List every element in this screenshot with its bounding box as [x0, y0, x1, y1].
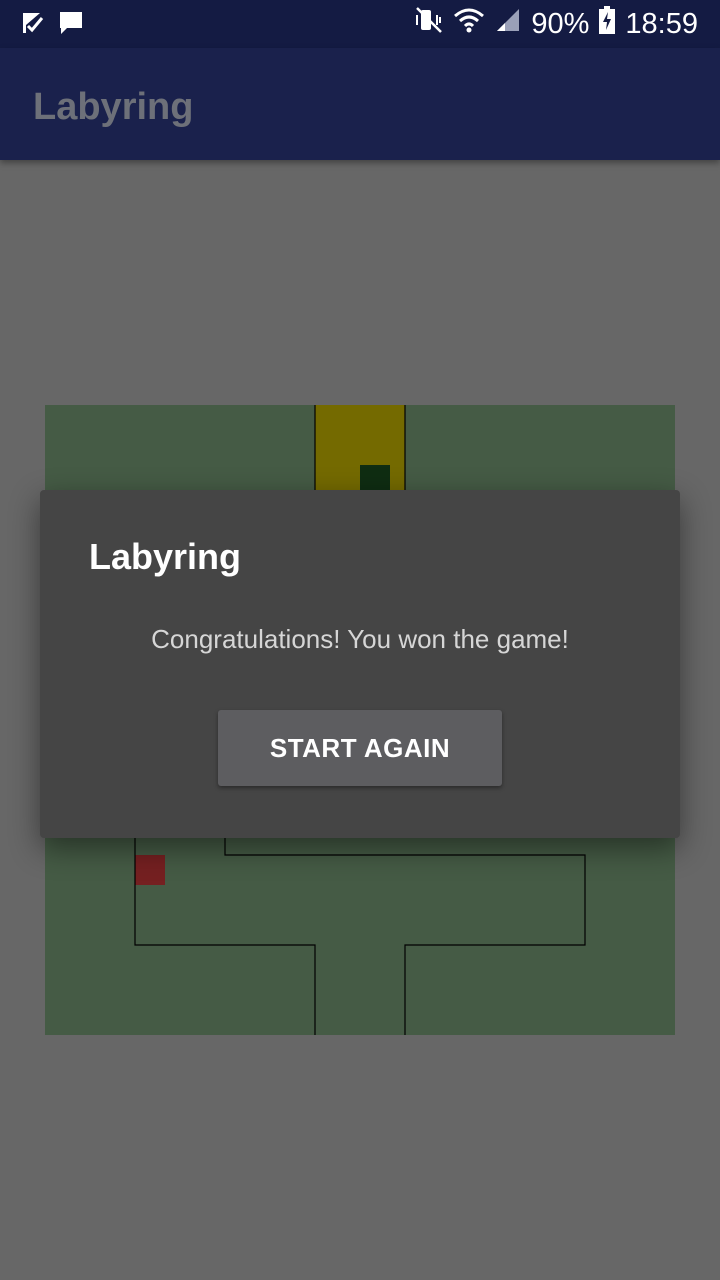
chat-bubble-icon	[58, 10, 84, 41]
status-bar: 90% 18:59	[0, 0, 720, 48]
wifi-icon	[453, 6, 485, 42]
dialog-message: Congratulations! You won the game!	[151, 624, 569, 654]
battery-charging-icon	[599, 6, 616, 42]
app-title: Labyring	[33, 86, 194, 128]
app-bar: Labyring	[0, 48, 720, 160]
dialog-title: Labyring	[89, 536, 242, 577]
signal-icon	[495, 7, 521, 41]
battery-percentage: 90%	[531, 7, 590, 40]
clock-time: 18:59	[625, 7, 698, 40]
flag-check-icon	[20, 11, 44, 40]
start-marker	[135, 855, 165, 885]
mute-vibrate-icon	[415, 6, 443, 42]
status-bar-notifications	[20, 10, 84, 41]
start-again-button[interactable]: START AGAIN	[218, 710, 502, 786]
win-dialog: Labyring Congratulations! You won the ga…	[40, 490, 680, 838]
status-bar-system: 90% 18:59	[415, 0, 698, 48]
